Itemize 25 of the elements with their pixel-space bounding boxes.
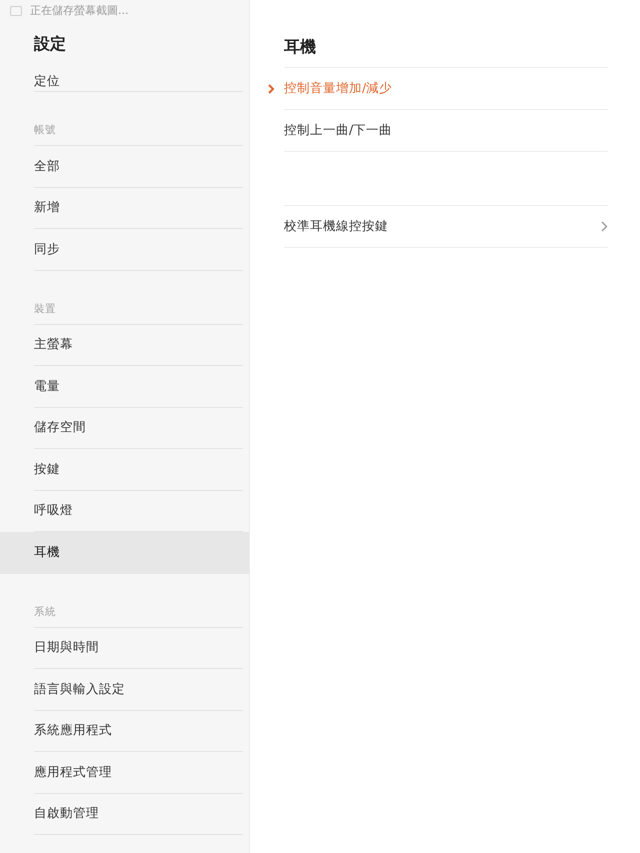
sidebar-item[interactable]: 定位 bbox=[0, 68, 249, 92]
option-item[interactable]: 校準耳機線控按鍵 bbox=[284, 206, 608, 248]
sidebar-item[interactable]: 全部 bbox=[0, 146, 249, 188]
sidebar-item[interactable]: 耳機 bbox=[0, 532, 249, 574]
section-header: 系統 bbox=[34, 604, 243, 628]
sidebar-item[interactable]: 主螢幕 bbox=[0, 324, 249, 366]
option-item[interactable]: 控制上一曲/下一曲 bbox=[284, 110, 608, 152]
sidebar-item[interactable]: 自啟動管理 bbox=[0, 794, 249, 835]
screenshot-icon bbox=[10, 6, 22, 16]
chevron-icon bbox=[267, 84, 275, 94]
sidebar-item[interactable]: 電量 bbox=[0, 366, 249, 408]
section-header: 帳號 bbox=[34, 123, 243, 146]
chevron-icon bbox=[601, 221, 608, 232]
sidebar-item[interactable]: 儲存空間 bbox=[0, 408, 249, 449]
sidebar-item[interactable]: 日期與時間 bbox=[0, 628, 249, 669]
sidebar-item[interactable]: 同步 bbox=[0, 229, 249, 270]
sidebar-item[interactable]: 系統應用程式 bbox=[0, 710, 249, 752]
section-header: 裝置 bbox=[34, 302, 243, 324]
page-title: 耳機 bbox=[284, 0, 608, 68]
sidebar-item[interactable]: 新增 bbox=[0, 188, 249, 229]
sidebar-title: 設定 bbox=[32, 33, 67, 55]
sidebar-item[interactable]: 按鍵 bbox=[0, 449, 249, 490]
sidebar-item[interactable]: 語言與輸入設定 bbox=[0, 669, 249, 710]
status-text: 正在儲存螢幕截圖... bbox=[30, 2, 128, 19]
sidebar-item[interactable]: 應用程式管理 bbox=[0, 752, 249, 794]
